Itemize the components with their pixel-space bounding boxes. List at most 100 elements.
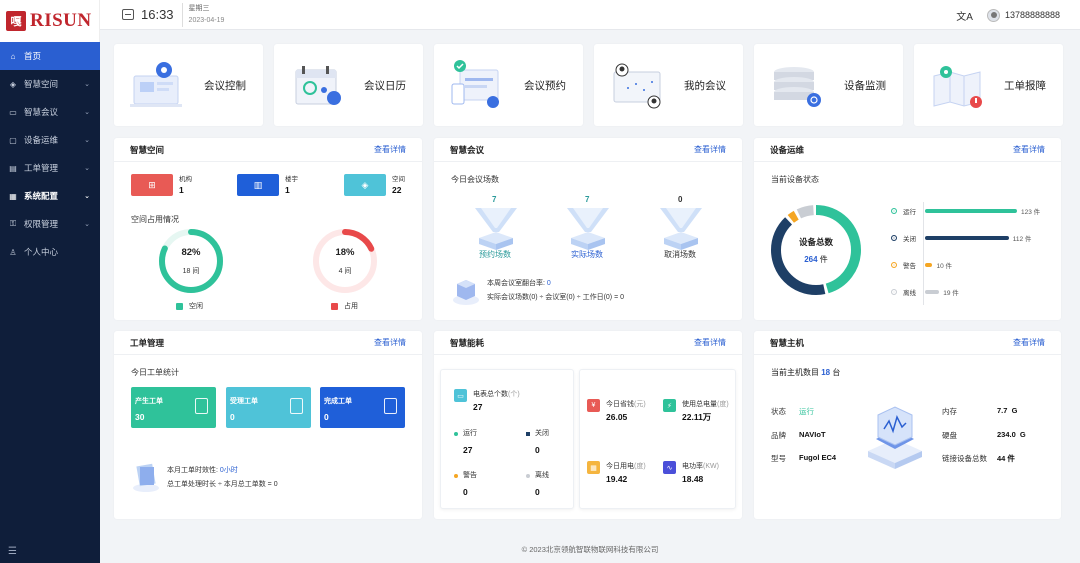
rate-note: 本周会议室翻台率: 0 实际会议场数(0) ÷ 会议室(0) ÷ 工作日(0) =… [487, 277, 624, 305]
state-text: 运行 27 [463, 428, 477, 456]
ring-text: 82% 18 间 [157, 227, 225, 295]
chevron-down-icon: ⌄ [84, 81, 90, 88]
view-details-link[interactable]: 查看详情 [1013, 337, 1045, 348]
metric-unit: (度) [634, 463, 646, 470]
host-model: 型号 Fugol EC4 [771, 453, 836, 464]
kv-value: 运行 [799, 407, 814, 416]
kv-value: Fugol EC4 [799, 453, 837, 462]
date-block: 星期三 2023-04-19 [181, 2, 225, 27]
view-details-link[interactable]: 查看详情 [694, 337, 726, 348]
host-count-value: 18 [821, 368, 831, 377]
my-meeting-illustration [613, 63, 661, 108]
sidebar-item-permission[interactable]: ⚿ 权限管理 ⌄ [0, 210, 100, 238]
home-icon: ⌂ [10, 51, 16, 61]
state-label: 运行 [463, 430, 477, 437]
legend-occupied: 占用 [331, 301, 358, 311]
current-date: 2023-04-19 [188, 16, 225, 24]
lightning-icon: ⚡ [663, 399, 676, 412]
host-count-unit: 台 [832, 368, 841, 377]
building-icon: ▥ [237, 174, 279, 196]
sidebar-item-label: 系统配置 [24, 191, 59, 201]
footer-copyright: © 2023北京领航智联物联网科技有限公司 [521, 545, 659, 554]
view-details-link[interactable]: 查看详情 [1013, 144, 1045, 155]
view-details-link[interactable]: 查看详情 [374, 144, 406, 155]
metric-value: 26.05 [606, 412, 628, 422]
sidebar-item-device-ops[interactable]: ▢ 设备运维 ⌄ [0, 126, 100, 154]
map-fault-illustration [933, 65, 982, 108]
stat-building: ▥ 楼宇 1 [237, 174, 298, 196]
server-monitor-illustration [774, 66, 821, 107]
ring-free: 82% 18 间 [157, 227, 225, 295]
state-text: 离线 0 [535, 470, 549, 498]
quick-link-meeting-calendar[interactable]: 会议日历 [274, 44, 423, 126]
stat-text: 机构 1 [179, 174, 192, 196]
kv-key: 品牌 [771, 431, 786, 440]
total-label: 设备总数 [798, 236, 833, 247]
status-dot [526, 474, 530, 478]
avatar[interactable] [986, 8, 1000, 22]
energy-panel: 智慧能耗 查看详情 ▭ 电表总个数(个) 27 运行 27 关闭 0 警告 0 离线 0 … [434, 331, 742, 519]
status-dot [526, 432, 530, 436]
sidebar-item-smart-space[interactable]: ◈ 智慧空间 ⌄ [0, 70, 100, 98]
sidebar-menu: ⌂ 首页 ◈ 智慧空间 ⌄ ▭ 智慧会议 ⌄ ▢ 设备运维 ⌄ ▤ 工单管理 ⌄ ▦ 系统配置 ⌄ ⚿… [0, 42, 100, 266]
view-details-link[interactable]: 查看详情 [694, 144, 726, 155]
panel-title: 智慧会议 [450, 144, 485, 155]
sidebar-item-personal[interactable]: ♙ 个人中心 [0, 238, 100, 266]
occupancy-title: 空间占用情况 [131, 215, 179, 224]
smart-space-panel: 智慧空间 查看详情 ⊞ 机构 1 ▥ 楼宇 1 ◈ 空间 22 空间占用情况 82% 1… [114, 138, 422, 320]
bar-value: 10 件 [936, 263, 953, 270]
host-memory: 内存 7.7 G [942, 406, 1017, 417]
host-disk: 硬盘 234.0 G [942, 430, 1026, 441]
sidebar-item-system-config[interactable]: ▦ 系统配置 ⌄ [0, 182, 100, 210]
quick-link-meeting-control[interactable]: 会议控制 [114, 44, 263, 126]
chevron-down-icon: ⌄ [84, 137, 90, 144]
quick-link-my-meeting[interactable]: 我的会议 [594, 44, 743, 126]
efficiency-note: 本月工单时效性: 0小时 总工单处理时长 ÷ 本月总工单数 = 0 [167, 464, 278, 492]
monitor-icon: ▢ [9, 135, 17, 145]
meter-text: 电表总个数(个) 27 [473, 389, 520, 413]
quick-link-label: 工单报障 [1004, 79, 1046, 92]
metric-text: 电功率(KW) 18.48 [682, 461, 719, 485]
stack-icon [453, 280, 479, 305]
stat-space: ◈ 空间 22 [344, 174, 405, 196]
legend-free: 空闲 [176, 301, 203, 311]
metric-saving: ¥ 今日省钱(元) 26.05 [587, 399, 646, 423]
quick-link-meeting-reservation[interactable]: 会议预约 [434, 44, 583, 126]
smart-host-panel: 智慧主机 查看详情 当前主机数目 18 台 状态 运行 品牌 NAVIoT 型号 Fu… [754, 331, 1061, 519]
sidebar-item-label: 工单管理 [24, 163, 59, 173]
today-meeting-title: 今日会议场数 [451, 175, 499, 184]
state-text: 关闭 0 [535, 428, 549, 456]
wallet-icon: ¥ [587, 399, 600, 412]
workorder-accepted[interactable]: 受理工单 0 [226, 387, 311, 428]
smart-meeting-panel: 智慧会议 查看详情 今日会议场数 7 7 0 预约场数 实际场数 取消场数 本周… [434, 138, 742, 320]
sidebar-item-workorder[interactable]: ▤ 工单管理 ⌄ [0, 154, 100, 182]
cancelled-label: 取消场数 [664, 250, 696, 259]
sidebar-item-home[interactable]: ⌂ 首页 [0, 42, 100, 70]
sidebar-item-smart-meeting[interactable]: ▭ 智慧会议 ⌄ [0, 98, 100, 126]
quick-link-device-monitor[interactable]: 设备监测 [754, 44, 903, 126]
quick-link-label: 我的会议 [684, 79, 726, 92]
translate-icon[interactable]: 文A [956, 8, 973, 23]
menu-fold-icon[interactable]: ☰ [8, 546, 17, 557]
total-value: 264 [804, 254, 818, 264]
metric-label: 使用总电量(度) [682, 399, 729, 411]
sidebar-item-label: 权限管理 [24, 219, 59, 229]
panel-header: 智慧能耗 查看详情 [434, 331, 742, 355]
meter-icon: ▭ [454, 389, 467, 402]
metric-power: ∿ 电功率(KW) 18.48 [663, 461, 719, 485]
view-details-link[interactable]: 查看详情 [374, 337, 406, 348]
quick-link-workorder-report[interactable]: 工单报障 [914, 44, 1063, 126]
actual-label: 实际场数 [571, 250, 603, 259]
bar-value: 123 件 [1021, 209, 1041, 216]
meter-card: ▭ 电表总个数(个) 27 运行 27 关闭 0 警告 0 离线 0 [440, 369, 574, 509]
energy-metrics-card: ¥ 今日省钱(元) 26.05 ⚡ 使用总电量(度) 22.11万 ▦ 今日用电(度) 19… [579, 369, 736, 509]
user-phone[interactable]: 13788888888 [1005, 10, 1060, 20]
metric-label: 今日省钱(元) [606, 399, 646, 411]
logo[interactable]: 嘎 RISUN [0, 0, 100, 42]
quick-link-label: 会议日历 [364, 79, 406, 92]
sidebar: 嘎 RISUN ⌂ 首页 ◈ 智慧空间 ⌄ ▭ 智慧会议 ⌄ ▢ 设备运维 ⌄ ▤ 工单管理 ⌄ … [0, 0, 100, 563]
ring-text: 18% 4 间 [311, 227, 379, 295]
lock-icon: ⚿ [9, 219, 17, 228]
workorder-created[interactable]: 产生工单 30 [131, 387, 216, 428]
workorder-completed[interactable]: 完成工单 0 [320, 387, 405, 428]
